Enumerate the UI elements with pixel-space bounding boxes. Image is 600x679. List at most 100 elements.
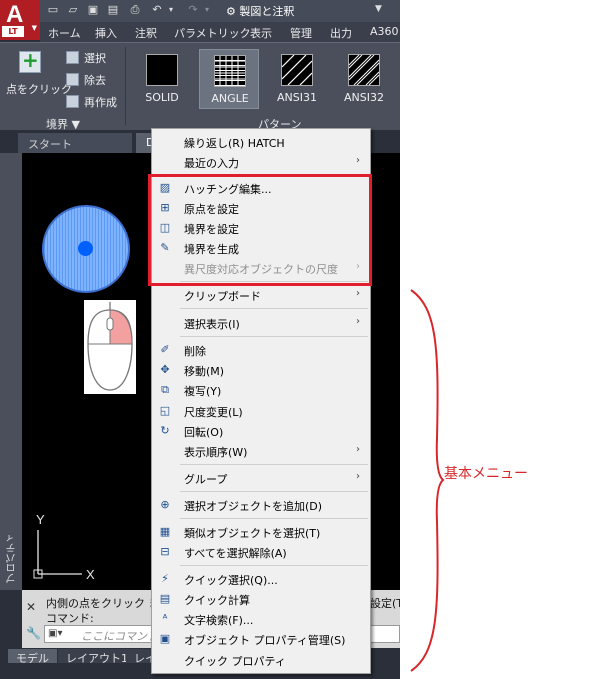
select-button[interactable]: 選択 <box>66 49 122 67</box>
tab-start[interactable]: スタート <box>18 133 132 153</box>
menu-item-recent-input[interactable]: 最近の入力 › <box>152 152 370 172</box>
chevron-right-icon: › <box>356 155 360 166</box>
remove-label: 除去 <box>84 74 106 87</box>
menu-item-label: すべてを選択解除(A) <box>184 547 287 560</box>
pattern-label: ANSI31 <box>277 91 317 104</box>
panel-divider <box>125 47 126 125</box>
hatch-grip[interactable] <box>78 241 93 256</box>
menu-item-group[interactable]: グループ › <box>152 468 370 488</box>
pattern-label: SOLID <box>145 91 179 104</box>
screenshot-root: { "app": { "logo_letter": "A", "edition"… <box>0 0 600 679</box>
tab-layout1[interactable]: レイアウト1 <box>58 649 136 665</box>
remove-boundary-icon <box>66 73 79 86</box>
command-prompt-icon[interactable]: ▣▾ <box>48 628 62 639</box>
move-icon: ✥ <box>160 363 170 376</box>
pattern-ansi32[interactable]: ANSI32 <box>334 49 394 109</box>
redo-dropdown-icon[interactable]: ▾ <box>200 3 214 17</box>
menu-separator <box>180 308 368 309</box>
menu-item-deselect-all[interactable]: ⊟ すべてを選択解除(A) <box>152 542 370 562</box>
menu-item-label: 尺度変更(L) <box>184 406 243 419</box>
select-similar-icon: ▦ <box>159 525 171 538</box>
tab-a360[interactable]: A360 <box>370 25 399 38</box>
menu-item-label: 最近の入力 <box>184 157 239 170</box>
menu-item-quick-calc[interactable]: ▤ クイック計算 <box>152 589 370 609</box>
menu-item-label: 選択表示(I) <box>184 318 240 331</box>
ribbon-tabs: ホーム 挿入 注釈 パラメトリック 表示 管理 出力 A360 <box>40 22 400 42</box>
menu-separator <box>180 565 368 566</box>
menu-item-label: オブジェクト プロパティ管理(S) <box>184 634 346 647</box>
pattern-label: ANGLE <box>211 92 249 105</box>
pattern-angle[interactable]: ANGLE <box>199 49 259 109</box>
chevron-right-icon: › <box>356 288 360 299</box>
tab-model[interactable]: モデル <box>8 649 57 665</box>
pattern-label: ANSI32 <box>344 91 384 104</box>
new-file-icon[interactable]: ▭ <box>46 3 60 17</box>
open-file-icon[interactable]: ▱ <box>66 3 80 17</box>
scale-icon: ◱ <box>159 404 171 417</box>
menu-item-label: 複写(Y) <box>184 385 222 398</box>
menu-item-add-selected[interactable]: ⊕ 選択オブジェクトを追加(D) <box>152 495 370 515</box>
recreate-button[interactable]: 再作成 <box>66 93 122 111</box>
redo-icon[interactable]: ↷ <box>186 3 200 17</box>
ansi31-swatch-icon <box>281 54 313 86</box>
pattern-ansi31[interactable]: ANSI31 <box>267 49 327 109</box>
menu-item-repeat-hatch[interactable]: 繰り返し(R) HATCH <box>152 132 370 152</box>
remove-button[interactable]: 除去 <box>66 71 122 89</box>
menu-item-rotate[interactable]: ↻ 回転(O) <box>152 421 370 441</box>
menu-separator <box>180 336 368 337</box>
print-icon[interactable]: ⎙ <box>128 3 142 17</box>
command-history-tail: 設定(T <box>370 597 400 610</box>
workspace-selector[interactable]: ⚙ 製図と注釈 <box>226 3 294 19</box>
menu-item-label: クイック プロパティ <box>184 655 286 668</box>
menu-item-quick-select[interactable]: ⚡ クイック選択(Q)... <box>152 569 370 589</box>
properties-palette-collapsed[interactable]: プロパティ <box>0 153 22 590</box>
menu-item-erase[interactable]: ✐ 削除 <box>152 340 370 360</box>
tab-annotate[interactable]: 注釈 <box>135 25 157 41</box>
tab-parametric[interactable]: パラメトリック <box>174 25 251 41</box>
highlight-box <box>148 174 372 286</box>
menu-item-isolate[interactable]: 選択表示(I) › <box>152 313 370 333</box>
menu-item-label: クイック計算 <box>184 594 250 607</box>
undo-icon[interactable]: ↶ <box>150 3 164 17</box>
chevron-right-icon: › <box>356 316 360 327</box>
tab-insert[interactable]: 挿入 <box>95 25 117 41</box>
menu-separator <box>180 491 368 492</box>
menu-item-label: 類似オブジェクトを選択(T) <box>184 527 321 540</box>
erase-icon: ✐ <box>160 343 170 356</box>
save-icon[interactable]: ▣ <box>86 3 100 17</box>
undo-dropdown-icon[interactable]: ▾ <box>164 3 178 17</box>
close-icon[interactable]: ✕ <box>26 600 36 614</box>
menu-item-label: 繰り返し(R) HATCH <box>184 137 285 150</box>
tab-manage[interactable]: 管理 <box>290 25 312 41</box>
menu-item-find-text[interactable]: ᴬ 文字検索(F)... <box>152 609 370 629</box>
wrench-icon[interactable]: 🔧 <box>26 626 41 640</box>
pattern-solid[interactable]: SOLID <box>132 49 192 109</box>
properties-icon: ▣ <box>159 632 171 645</box>
find-text-icon: ᴬ <box>162 612 168 625</box>
menu-item-select-similar[interactable]: ▦ 類似オブジェクトを選択(T) <box>152 522 370 542</box>
application-menu-button[interactable]: A LT ▼ <box>0 0 40 40</box>
menu-item-label: 回転(O) <box>184 426 224 439</box>
edition-badge: LT <box>2 26 24 37</box>
save-as-icon[interactable]: ▤ <box>106 3 120 17</box>
menu-item-clipboard[interactable]: クリップボード › <box>152 285 370 305</box>
tab-output[interactable]: 出力 <box>330 25 352 41</box>
menu-separator <box>180 464 368 465</box>
select-objects-icon <box>66 51 79 64</box>
boundary-panel-title[interactable]: 境界 ▼ <box>46 116 80 132</box>
tab-home[interactable]: ホーム <box>48 25 81 41</box>
menu-item-draw-order[interactable]: 表示順序(W) › <box>152 441 370 461</box>
tab-view[interactable]: 表示 <box>250 25 272 41</box>
app-logo-icon: A <box>6 1 24 28</box>
menu-item-quick-properties[interactable]: クイック プロパティ <box>152 650 370 670</box>
recreate-boundary-icon <box>66 95 79 108</box>
menu-item-label: クリップボード <box>184 290 261 303</box>
menu-item-properties[interactable]: ▣ オブジェクト プロパティ管理(S) <box>152 629 370 649</box>
ribbon-panel: 点をクリック 選択 除去 再作成 境界 ▼ SOLID <box>0 42 400 132</box>
menu-item-move[interactable]: ✥ 移動(M) <box>152 360 370 380</box>
deselect-all-icon: ⊟ <box>160 545 170 558</box>
chevron-down-icon[interactable]: ▼ <box>375 4 382 14</box>
menu-item-copy[interactable]: ⧉ 複写(Y) <box>152 380 370 400</box>
menu-item-scale[interactable]: ◱ 尺度変更(L) <box>152 401 370 421</box>
annotation-label: 基本メニュー <box>444 466 528 482</box>
